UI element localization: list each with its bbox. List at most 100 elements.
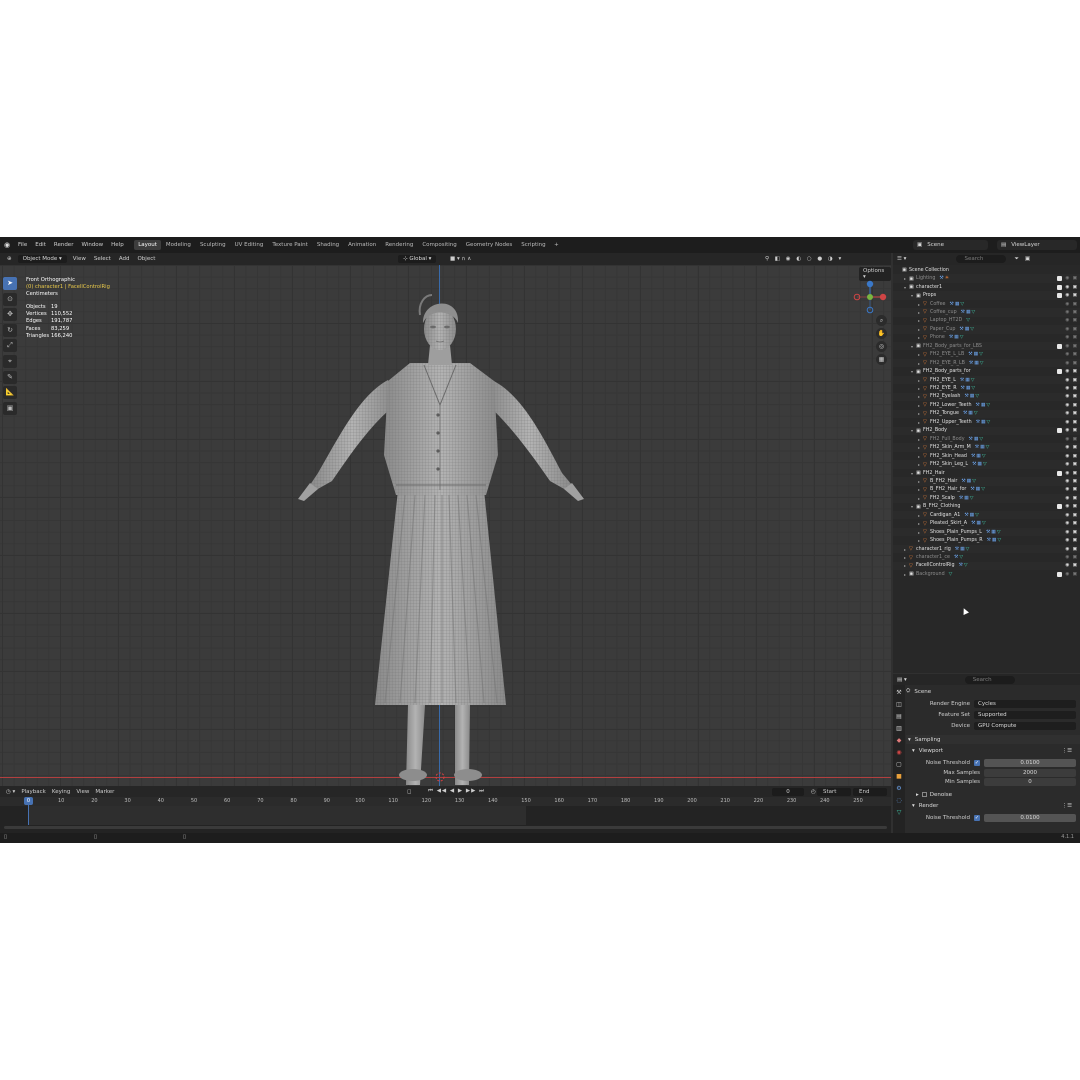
transform-tool-icon[interactable]: ⌖ [3, 354, 17, 368]
camera-icon[interactable]: ▣ [1072, 285, 1077, 290]
exclude-checkbox[interactable] [1057, 343, 1063, 349]
eye-icon[interactable]: ◉ [1065, 504, 1069, 509]
render-noise-threshold-checkbox[interactable]: ✓ [974, 814, 980, 821]
outliner-object-row[interactable]: ▸ ▽ FH2_EYE_L ⚒▦▽ ◉ ▣ [893, 375, 1080, 385]
menu-window[interactable]: Window [77, 242, 107, 248]
outliner-object-row[interactable]: ▸ ▽ Shoes_Plain_Pumps_L ⚒▦▽ ◉ ▣ [893, 527, 1080, 537]
outliner-object-row[interactable]: ▸ ▽ B_FH2_Hair_for ⚒▦▽ ◉ ▣ [893, 486, 1080, 494]
eye-icon[interactable]: ◉ [1065, 445, 1069, 450]
camera-icon[interactable]: ▣ [1072, 487, 1077, 492]
eye-icon[interactable]: ◉ [1065, 479, 1069, 484]
viewport-menu-view[interactable]: View [69, 255, 90, 263]
character-model[interactable] [260, 285, 620, 785]
outliner-object-row[interactable]: ▸ ▽ Paper_Cup ⚒▦▽ ◉ ▣ [893, 325, 1080, 334]
camera-icon[interactable]: ▣ [1072, 496, 1077, 501]
eye-icon[interactable]: ◉ [1065, 530, 1069, 535]
timeline-editor-icon[interactable]: ◷ ▾ [3, 789, 18, 795]
eye-icon[interactable]: ◉ [1065, 420, 1069, 425]
menu-render[interactable]: Render [50, 242, 78, 248]
list-icon[interactable]: ⋮☰ [1062, 803, 1072, 809]
camera-icon[interactable]: ▣ [1072, 411, 1077, 416]
outliner-object-row[interactable]: ▸ ▽ Coffee ⚒▦▽ ◉ ▣ [893, 300, 1080, 308]
camera-icon[interactable]: ▣ [1072, 572, 1077, 577]
modifier-icons[interactable]: ⚒▦▽ [987, 538, 1003, 543]
exclude-checkbox[interactable] [1057, 284, 1063, 290]
timeline-ruler[interactable]: 10 20 30 40 50 60 70 80 90 100 110 120 130 140 150 160 1… [0, 797, 891, 806]
view-layer-tab-icon[interactable]: ▥ [895, 724, 904, 733]
modifier-icons[interactable]: ⚒▦▽ [972, 462, 988, 467]
outliner-object-row[interactable]: ▸ ▽ FH2_Skin_Leg_L ⚒▦▽ ◉ ▣ [893, 460, 1080, 469]
annotate-tool-icon[interactable]: ✎ [3, 370, 17, 384]
camera-icon[interactable]: ▣ [1072, 454, 1077, 459]
modifier-icons[interactable]: ▽ [966, 318, 971, 323]
camera-icon[interactable]: ▣ [1072, 394, 1077, 399]
tab-rendering[interactable]: Rendering [381, 240, 418, 250]
ortho-grid-icon[interactable]: ▦ [876, 354, 887, 365]
max-samples-field[interactable]: 2000 [984, 768, 1076, 777]
scale-tool-icon[interactable]: ⤢ [3, 339, 17, 353]
list-icon[interactable]: ⋮☰ [1062, 748, 1072, 754]
modifier-icons[interactable]: ⚒▦▽ [970, 487, 986, 492]
camera-icon[interactable]: ▣ [1072, 538, 1077, 543]
modifier-icons[interactable]: ⚒▦▽ [986, 530, 1002, 535]
outliner-object-row[interactable]: ▸ ▽ Coffee_cup ⚒▦▽ ◉ ▣ [893, 308, 1080, 317]
tab-sculpting[interactable]: Sculpting [195, 240, 230, 250]
camera-view-icon[interactable]: ◎ [876, 341, 887, 352]
viewport-shading-icons[interactable]: ⚲ ◧ ◉ ◐ ○ ● ◑ ▾ [765, 256, 843, 262]
eye-icon[interactable]: ◉ [1065, 403, 1069, 408]
camera-icon[interactable]: ▣ [1072, 302, 1077, 307]
outliner-collection-row[interactable]: ▾ ▣ FH2_Body_parts_for_LBS ◉ ▣ [893, 342, 1080, 351]
playhead-frame[interactable]: 0 [24, 797, 33, 805]
eye-icon[interactable]: ◉ [1065, 285, 1069, 290]
editor-type-icon[interactable]: ⊕ [3, 255, 16, 263]
menu-help[interactable]: Help [107, 242, 128, 248]
camera-icon[interactable]: ▣ [1072, 327, 1077, 332]
exclude-checkbox[interactable] [1057, 470, 1063, 476]
outliner-object-row[interactable]: ▸ ▽ FH2_Lower_Teeth ⚒▦▽ ◉ ▣ [893, 401, 1080, 409]
outliner-collection-row[interactable]: ▾ ▣ character1 ◉ ▣ [893, 283, 1080, 291]
camera-icon[interactable]: ▣ [1072, 547, 1077, 552]
eye-icon[interactable]: ◉ [1065, 454, 1069, 459]
outliner-search[interactable]: Search [956, 255, 1007, 263]
camera-icon[interactable]: ▣ [1072, 420, 1077, 425]
eye-icon[interactable]: ◉ [1065, 437, 1069, 442]
eye-icon[interactable]: ◉ [1065, 428, 1069, 433]
tab-geometry-nodes[interactable]: Geometry Nodes [461, 240, 516, 250]
current-frame-field[interactable]: 0 [772, 788, 804, 796]
modifier-icons[interactable]: ⚒▽ [959, 563, 969, 568]
navigation-gizmo[interactable] [850, 277, 890, 317]
blender-logo-icon[interactable]: ◉ [0, 241, 14, 249]
eye-icon[interactable]: ◉ [1065, 555, 1069, 560]
eye-icon[interactable]: ◉ [1065, 293, 1069, 298]
outliner-object-row[interactable]: ▸ ▽ FH2_EYE_L_LB ⚒▦▽ ◉ ▣ [893, 351, 1080, 359]
pan-hand-icon[interactable]: ✋ [876, 328, 887, 339]
data-tab-icon[interactable]: ▽ [895, 808, 904, 817]
eye-icon[interactable]: ◉ [1065, 386, 1069, 391]
modifier-icons[interactable]: ⚒▦▽ [971, 521, 987, 526]
outliner-object-row[interactable]: ▸ ▽ FH2_Scalp ⚒▦▽ ◉ ▣ [893, 494, 1080, 503]
outliner-collection-row[interactable]: ▸ ▣ Lighting ⚒☀ ◉ ▣ [893, 274, 1080, 283]
camera-icon[interactable]: ▣ [1072, 521, 1077, 526]
playback-controls[interactable]: ⏮ ◀◀ ◀ ▶ ▶▶ ⏭ [425, 788, 488, 795]
tab-compositing[interactable]: Compositing [418, 240, 461, 250]
outliner-object-row[interactable]: ▸ ▽ B_FH2_Hair ⚒▦▽ ◉ ▣ [893, 477, 1080, 486]
camera-icon[interactable]: ▣ [1072, 437, 1077, 442]
tool-tab-icon[interactable]: ⚒ [895, 688, 904, 697]
camera-icon[interactable]: ▣ [1072, 310, 1077, 315]
modifier-icons[interactable]: ⚒▦▽ [961, 479, 977, 484]
min-samples-field[interactable]: 0 [984, 777, 1076, 786]
camera-icon[interactable]: ▣ [1072, 471, 1077, 476]
tab-texture-paint[interactable]: Texture Paint [268, 240, 313, 250]
modifier-icons[interactable]: ⚒▦▽ [975, 445, 991, 450]
modifier-icons[interactable]: ⚒▦▽ [960, 378, 976, 383]
outliner-editor-icon[interactable]: ☰ ▾ [897, 256, 906, 262]
viewport-menu-object[interactable]: Object [133, 255, 159, 263]
camera-icon[interactable]: ▣ [1072, 504, 1077, 509]
modifier-icons[interactable]: ⚒▦▽ [971, 454, 987, 459]
camera-icon[interactable]: ▣ [1072, 513, 1077, 518]
modifier-icons[interactable]: ⚒▦▽ [959, 327, 975, 332]
outliner-object-row[interactable]: ▸ ▽ FH2_EYE_R_LB ⚒▦▽ ◉ ▣ [893, 358, 1080, 368]
camera-icon[interactable]: ▣ [1072, 318, 1077, 323]
eye-icon[interactable]: ◉ [1065, 411, 1069, 416]
render-noise-threshold-field[interactable]: 0.0100 [984, 813, 1076, 822]
